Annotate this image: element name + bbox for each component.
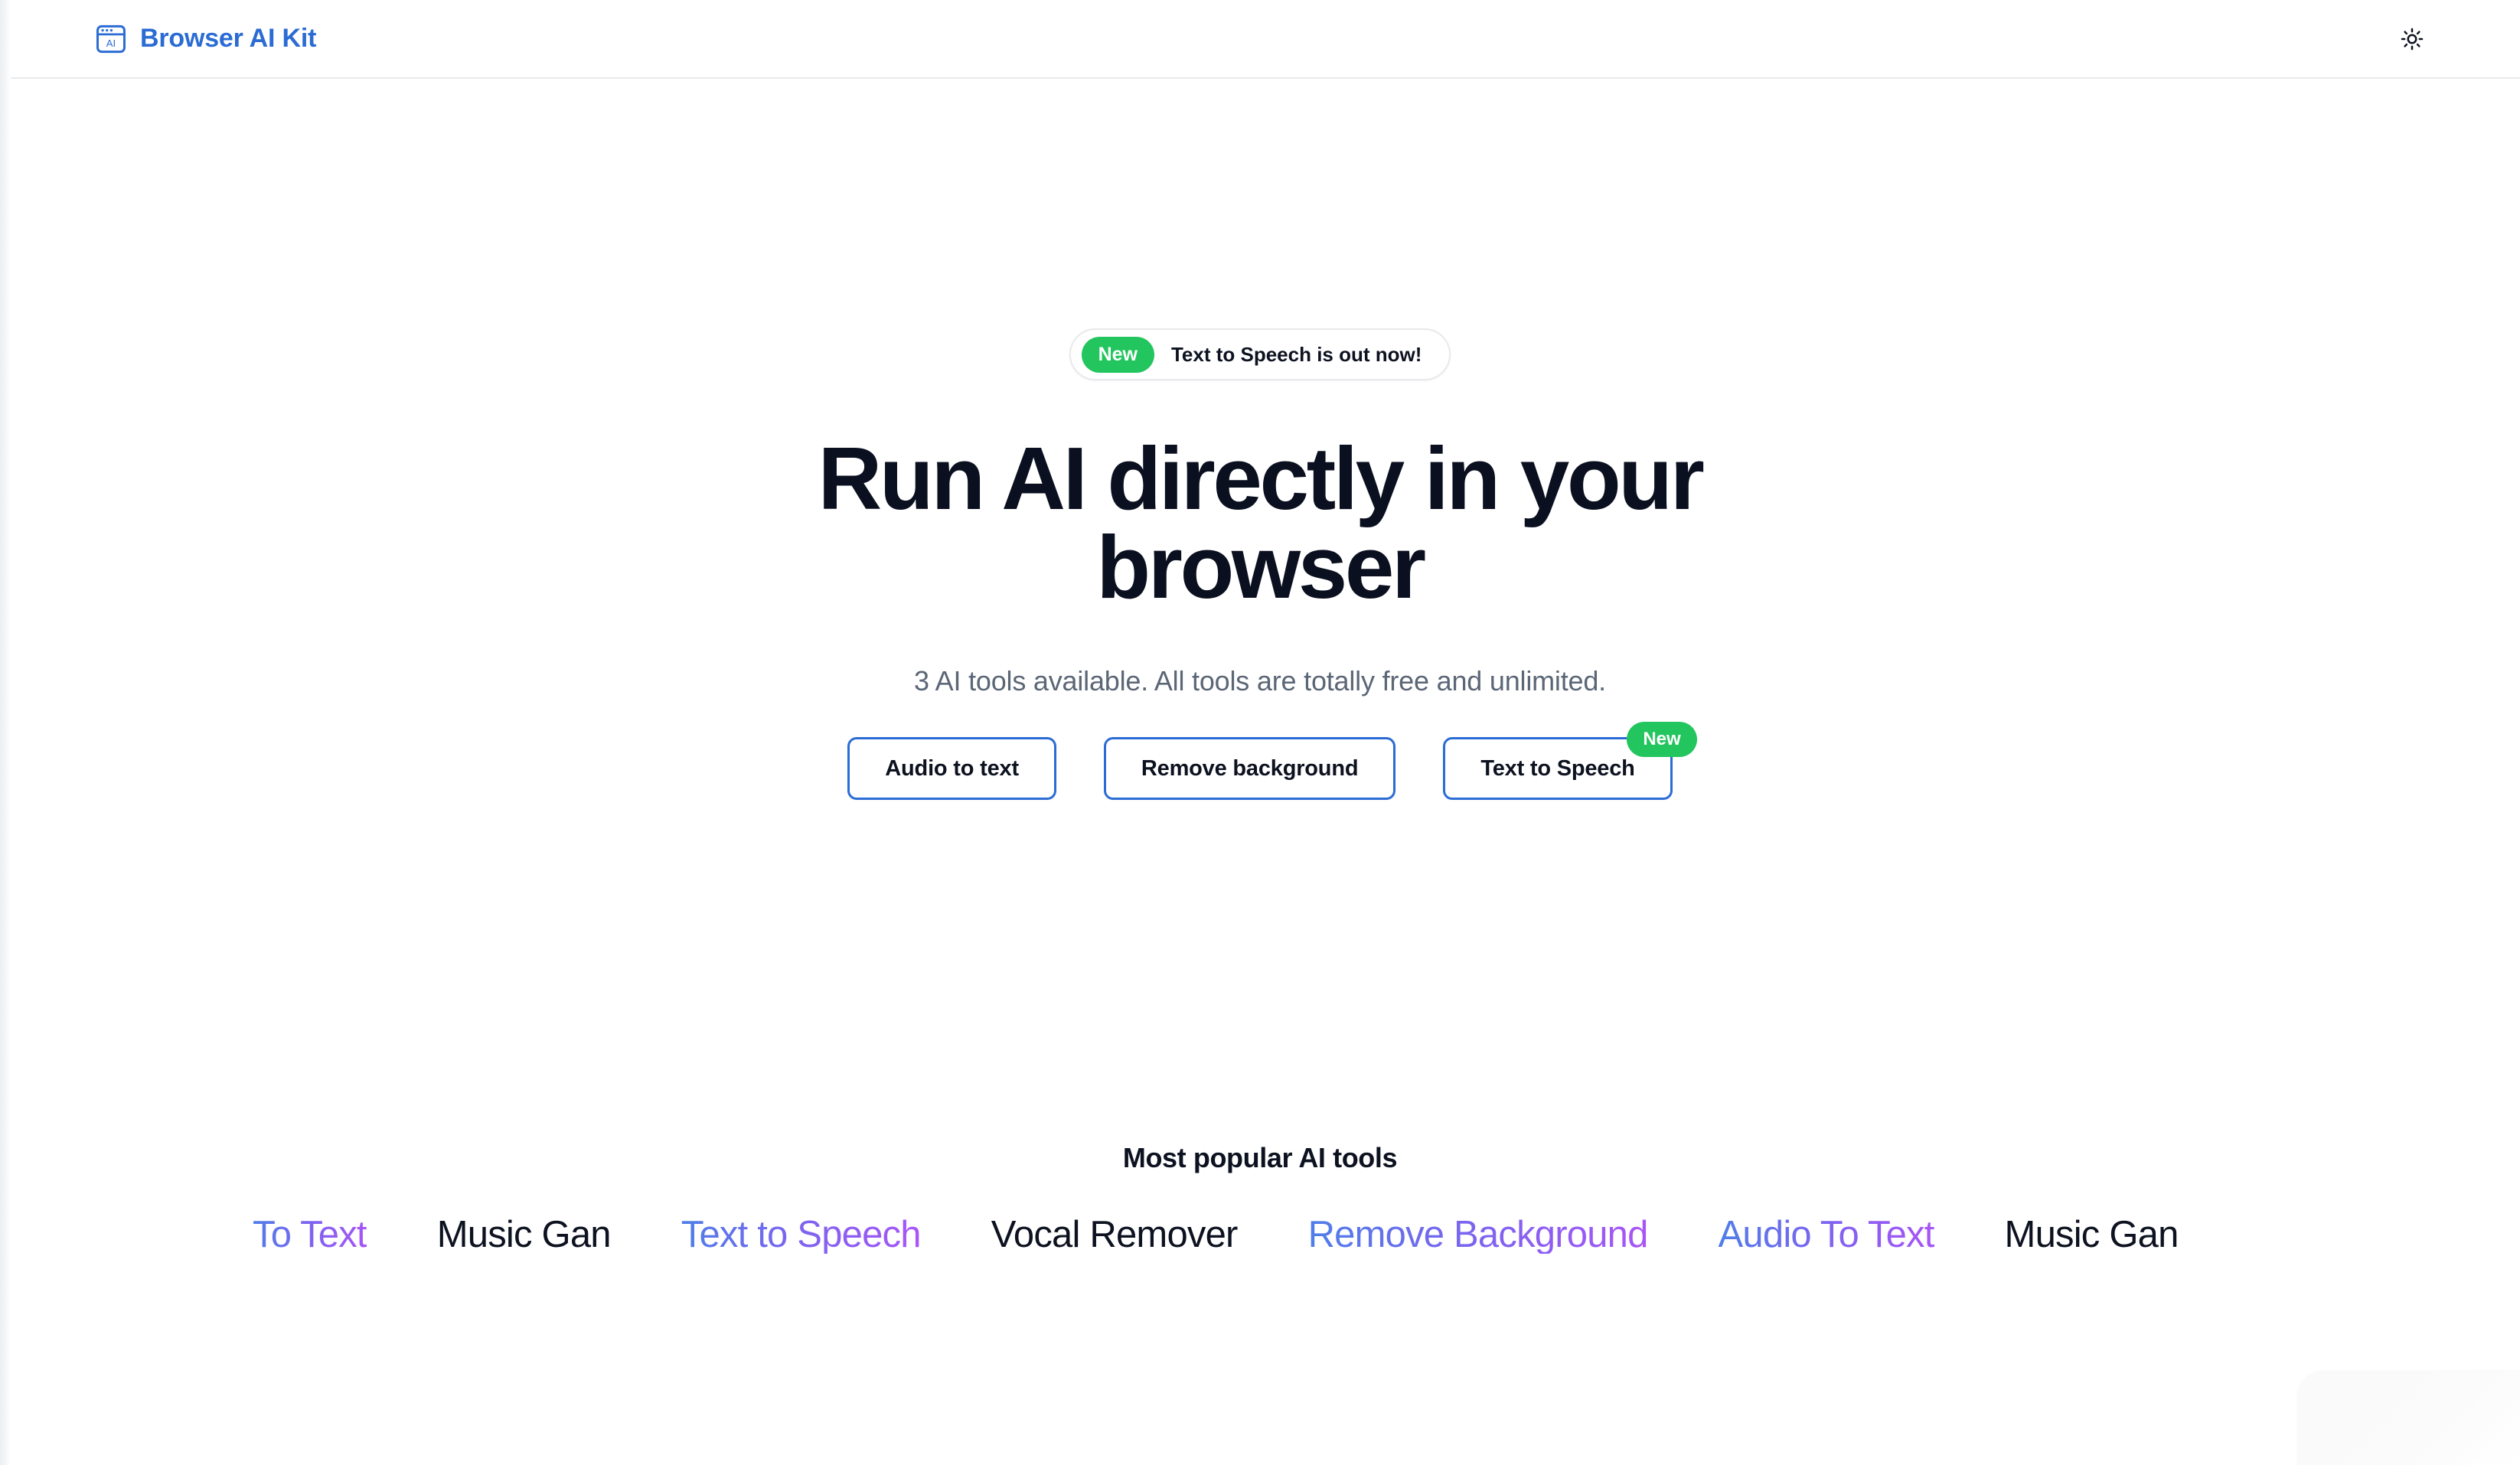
- popular-tools-title: Most popular AI tools: [1122, 1142, 1398, 1173]
- announcement-text: Text to Speech is out now!: [1170, 342, 1422, 366]
- marquee-item[interactable]: Vocal Remover: [991, 1215, 1239, 1254]
- page-title: Run AI directly in your browser: [818, 429, 1705, 617]
- marquee-item[interactable]: Music Gan: [437, 1215, 612, 1254]
- audio-to-text-button[interactable]: Audio to text: [847, 737, 1056, 800]
- remove-background-button[interactable]: Remove background: [1103, 737, 1396, 800]
- cta-text-to-speech-wrap: Text to Speech New: [1443, 722, 1697, 800]
- floating-widget-panel[interactable]: [2298, 1372, 2520, 1465]
- brand-name: Browser AI Kit: [140, 24, 317, 53]
- announcement-new-badge: New: [1081, 336, 1154, 373]
- popular-tools-marquee: To Text Music Gan Text to Speech Vocal Remo…: [0, 1202, 2520, 1268]
- popular-tools-section: Most popular AI tools To Text Music Gan Te…: [0, 1142, 2520, 1268]
- announcement-banner[interactable]: New Text to Speech is out now!: [1069, 328, 1451, 380]
- brand-logo-link[interactable]: AI Browser AI Kit: [95, 23, 316, 55]
- marquee-item[interactable]: Text to Speech: [681, 1215, 922, 1254]
- hero-section: New Text to Speech is out now! Run AI di…: [0, 79, 2520, 800]
- site-header: AI Browser AI Kit: [0, 0, 2520, 79]
- sun-icon: [2401, 28, 2424, 51]
- marquee-item[interactable]: Music Gan: [2005, 1215, 2179, 1254]
- hero-cta-row: Audio to text Remove background Text to …: [847, 722, 1697, 800]
- text-to-speech-new-badge: New: [1627, 722, 1697, 757]
- browser-ai-logo-icon: AI: [95, 23, 127, 55]
- cta-audio-to-text-wrap: Audio to text: [847, 737, 1056, 800]
- cta-remove-background-wrap: Remove background: [1103, 737, 1396, 800]
- theme-toggle-button[interactable]: [2390, 17, 2434, 61]
- marquee-track: To Text Music Gan Text to Speech Vocal Remo…: [0, 1202, 2520, 1268]
- marquee-item[interactable]: Audio To Text: [1719, 1215, 1935, 1254]
- marquee-item[interactable]: Remove Background: [1308, 1215, 1649, 1254]
- svg-text:AI: AI: [106, 38, 116, 49]
- hero-subtitle: 3 AI tools available. All tools are tota…: [914, 665, 1606, 697]
- marquee-item[interactable]: To Text: [253, 1215, 367, 1254]
